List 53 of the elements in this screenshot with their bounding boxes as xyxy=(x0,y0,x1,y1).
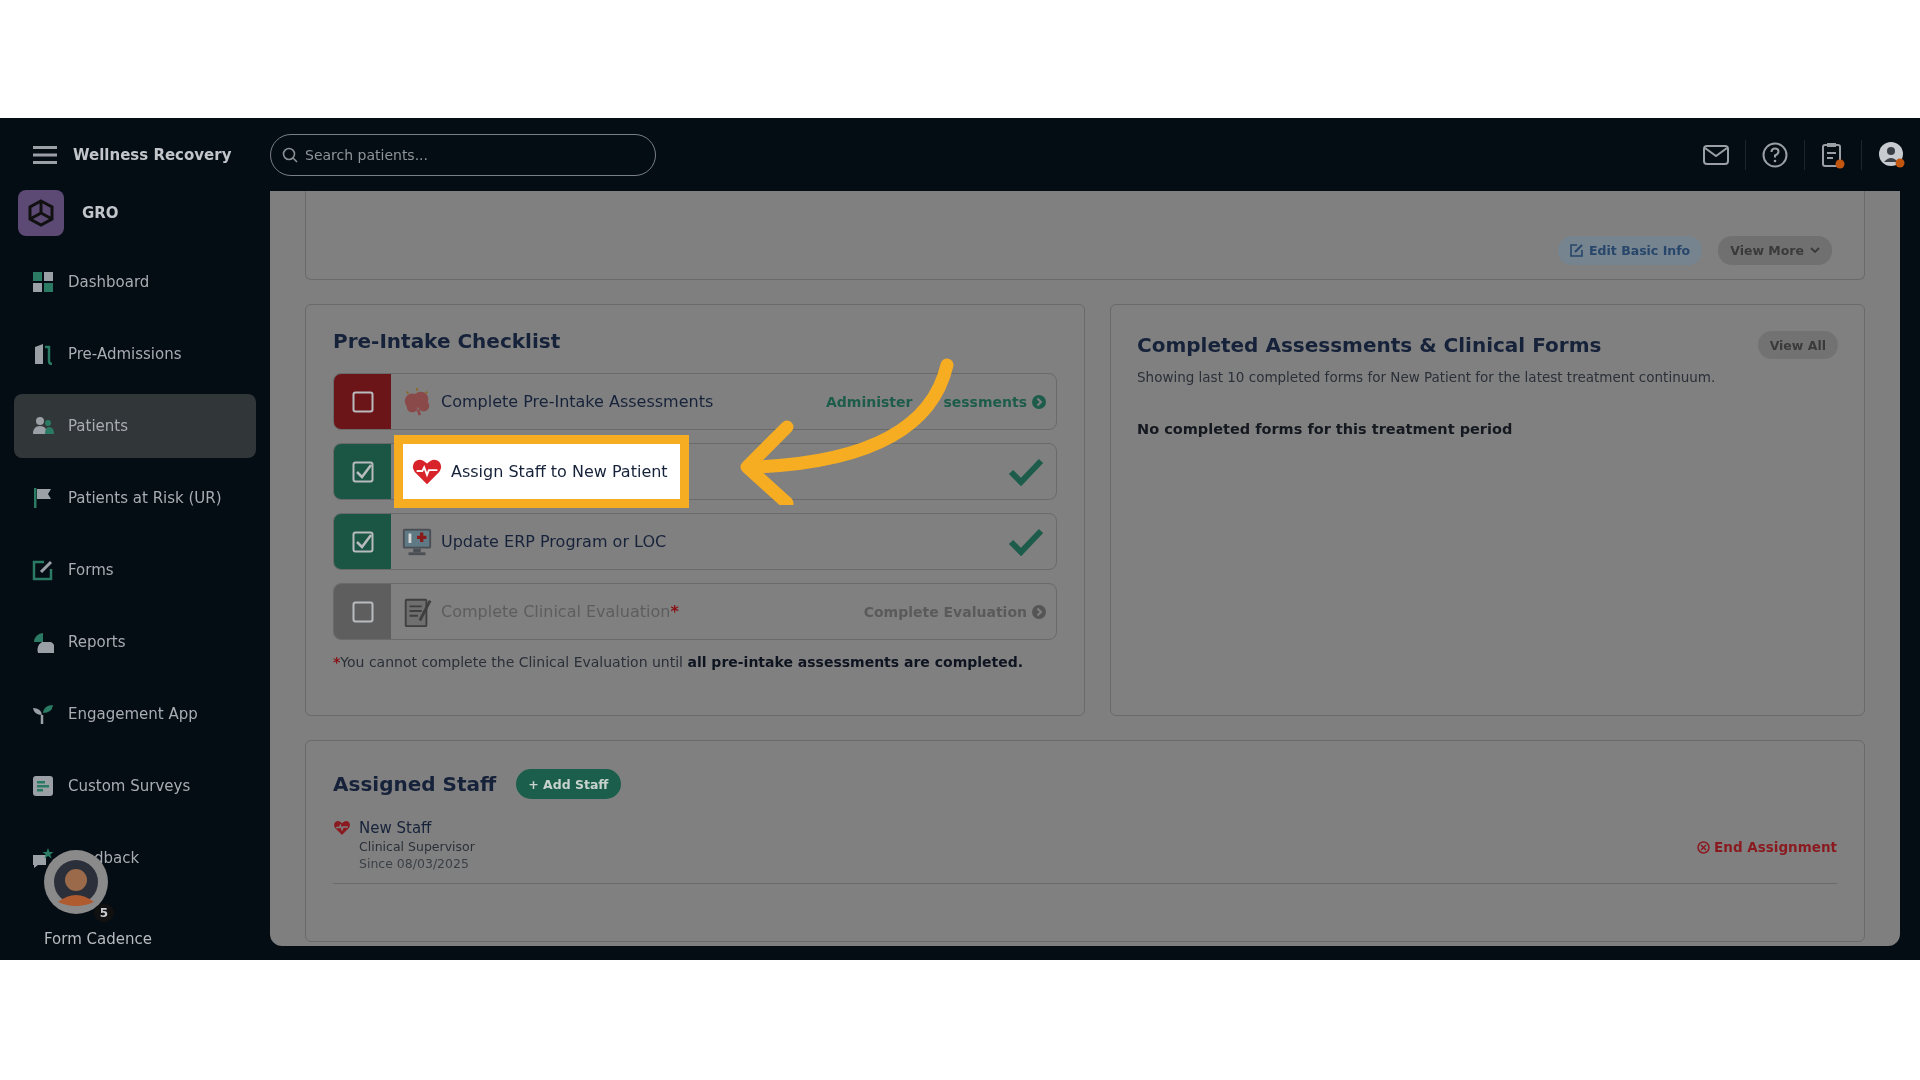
menu-icon[interactable] xyxy=(33,145,57,165)
nav-item[interactable]: Dashboard xyxy=(14,250,256,314)
help-icon[interactable] xyxy=(1762,141,1788,168)
clipboard-icon[interactable] xyxy=(1821,140,1845,169)
search-field[interactable]: Search patients... xyxy=(270,133,656,176)
chevron-circle-icon xyxy=(1032,604,1046,619)
footnote: *You cannot complete the Clinical Evaluation until all pre-intake assessments are completed. xyxy=(333,654,1025,670)
checklist-item-label: Complete Pre-Intake Assessments xyxy=(441,392,714,411)
nav-item[interactable]: Patients at Risk (UR) xyxy=(14,466,256,530)
nav-item[interactable]: Engagement App xyxy=(14,682,256,746)
chat-star-icon xyxy=(32,847,54,869)
staff-role: Clinical Supervisor xyxy=(359,839,475,854)
staff-name: New Staff xyxy=(359,819,433,837)
flag-icon xyxy=(32,487,54,509)
assigned-staff-title: Assigned Staff xyxy=(333,772,497,796)
grid-icon xyxy=(32,271,54,293)
empty-message: No completed forms for this treatment period xyxy=(1137,421,1514,437)
pie-chart-icon xyxy=(32,631,54,653)
nav-item[interactable]: Pre-Admissions xyxy=(14,322,256,386)
door-icon xyxy=(32,343,54,365)
checkbox[interactable] xyxy=(351,460,374,483)
organization-logo xyxy=(18,190,64,236)
checkbox[interactable] xyxy=(351,530,374,553)
close-circle-icon xyxy=(1697,840,1711,854)
survey-icon xyxy=(32,775,54,797)
app-title: Wellness Recovery xyxy=(73,146,232,164)
widget-label: Form Cadence xyxy=(44,930,152,948)
check-icon xyxy=(1008,527,1044,556)
checklist-item-label: Update ERP Program or LOC xyxy=(441,532,667,551)
heart-pulse-icon xyxy=(333,819,351,836)
mail-icon[interactable] xyxy=(1703,144,1729,165)
people-icon xyxy=(32,415,54,437)
completed-forms-subtitle: Showing last 10 completed forms for New Patient for the latest treatment continuum. xyxy=(1137,369,1717,385)
checklist-item-label: Assign Staff to New Patient xyxy=(451,462,668,481)
edit-icon xyxy=(32,559,54,581)
staff-since: Since 08/03/2025 xyxy=(359,856,470,871)
checkbox[interactable] xyxy=(351,390,374,413)
chevron-circle-icon xyxy=(1032,394,1046,409)
user-avatar-icon[interactable] xyxy=(1878,140,1906,169)
nav-item[interactable]: Patients xyxy=(14,394,256,458)
organization-name: GRO xyxy=(82,204,119,222)
add-staff-button[interactable]: + Add Staff xyxy=(516,769,621,799)
sprout-icon xyxy=(32,703,54,725)
completed-forms-title: Completed Assessments & Clinical Forms xyxy=(1137,333,1602,357)
check-icon xyxy=(1008,457,1044,486)
count-badge: 5 xyxy=(93,904,114,922)
chevron-down-icon xyxy=(1810,247,1820,254)
nav-item[interactable]: Custom Surveys xyxy=(14,754,256,818)
checklist-title: Pre-Intake Checklist xyxy=(333,329,562,353)
edit-icon xyxy=(1570,244,1584,257)
search-icon xyxy=(282,146,298,163)
nav-item[interactable]: Forms xyxy=(14,538,256,602)
nav-item[interactable]: Reports xyxy=(14,610,256,674)
